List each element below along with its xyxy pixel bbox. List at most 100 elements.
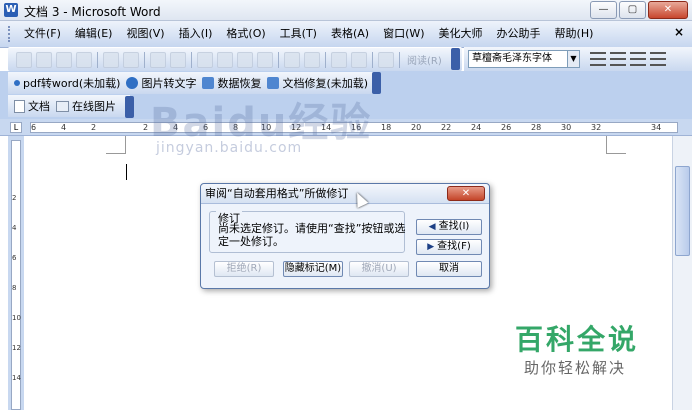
close-window-button[interactable]: ✕	[648, 1, 688, 19]
online-image-icon	[56, 100, 69, 112]
menu-table[interactable]: 表格(A)	[324, 23, 376, 45]
menu-file[interactable]: 文件(F)	[17, 23, 68, 45]
menu-office-assistant[interactable]: 办公助手	[490, 23, 548, 45]
pdf-to-word-label: pdf转word(未加载)	[23, 77, 121, 90]
online-image-label[interactable]: 在线图片	[72, 98, 116, 114]
hyperlink-icon[interactable]	[331, 51, 347, 68]
menu-tools[interactable]: 工具(T)	[273, 23, 324, 45]
read-mode-button[interactable]: 阅读(R)	[403, 52, 446, 67]
find-previous-label: 查找(I)	[438, 221, 470, 232]
formatting-toolbar: 草檀斋毛泽东字体 ▼	[464, 47, 692, 71]
save-icon[interactable]	[56, 51, 72, 68]
revision-message: 尚未选定修订。请使用“查找”按钮或选定一处修订。	[218, 222, 406, 248]
find-previous-button[interactable]: ◀ 查找(I)	[416, 219, 482, 235]
undo-icon[interactable]	[284, 51, 300, 68]
toolbar-separator	[191, 51, 192, 68]
toolbar-separator	[325, 51, 326, 68]
vruler-mark: 10	[12, 314, 21, 322]
permission-icon[interactable]	[76, 51, 92, 68]
ruler-mark: 2	[143, 123, 149, 132]
watermark-url: jingyan.baidu.com	[156, 140, 303, 156]
data-recovery-button[interactable]: 数据恢复	[202, 75, 261, 91]
cancel-button[interactable]: 取消	[416, 261, 482, 277]
table-icon[interactable]	[351, 51, 367, 68]
menu-grip-handle[interactable]	[8, 26, 11, 42]
vertical-ruler-strip[interactable]	[11, 140, 21, 410]
find-next-button[interactable]: ▶ 查找(F)	[416, 239, 482, 255]
brand-subtitle: 助你轻松解决	[524, 359, 627, 377]
menu-help[interactable]: 帮助(H)	[548, 23, 601, 45]
align-left-icon[interactable]	[590, 52, 606, 66]
ruler-mark: 22	[441, 123, 452, 132]
chevron-down-icon[interactable]: ▼	[567, 51, 579, 67]
recovery-icon	[202, 77, 215, 89]
vruler-mark: 14	[12, 374, 21, 382]
text-caret	[126, 164, 127, 180]
ruler-mark: 6	[31, 123, 37, 132]
justify-icon[interactable]	[650, 52, 666, 66]
print-icon[interactable]	[103, 51, 119, 68]
cut-icon[interactable]	[197, 51, 213, 68]
align-right-icon[interactable]	[630, 52, 646, 66]
toolbar-separator	[372, 51, 373, 68]
toolbar-options-chevron-icon[interactable]	[451, 48, 460, 70]
toolbar-separator	[399, 51, 400, 68]
help-icon[interactable]	[378, 51, 394, 68]
menu-window[interactable]: 窗口(W)	[376, 23, 431, 45]
image-to-text-button[interactable]: 图片转文字	[126, 75, 196, 91]
word-app-icon: W	[4, 3, 18, 17]
document-repair-label: 文档修复(未加载)	[282, 77, 369, 90]
menu-format[interactable]: 格式(O)	[219, 23, 272, 45]
new-document-icon[interactable]	[16, 51, 32, 68]
tab-selector[interactable]: L	[10, 122, 22, 133]
ruler-mark: 20	[411, 123, 422, 132]
undo-button[interactable]: 撤消(U)	[349, 261, 409, 277]
format-painter-icon[interactable]	[257, 51, 273, 68]
arrow-right-icon: ▶	[427, 242, 435, 252]
vertical-ruler: 2 4 6 8 10 12 14	[8, 136, 24, 410]
toolbar-separator	[278, 51, 279, 68]
scrollbar-thumb[interactable]	[675, 166, 690, 256]
close-document-icon[interactable]: ×	[674, 25, 684, 39]
find-next-label: 查找(F)	[437, 241, 471, 252]
pdf-to-word-button[interactable]: pdf转word(未加载)	[14, 75, 120, 91]
pdf-icon	[14, 80, 20, 86]
font-name-combobox[interactable]: 草檀斋毛泽东字体 ▼	[468, 50, 580, 68]
hide-marks-button[interactable]: 隐藏标记(M)	[283, 261, 343, 277]
open-folder-icon[interactable]	[36, 51, 52, 68]
spelling-icon[interactable]	[150, 51, 166, 68]
ruler-mark: 2	[91, 123, 97, 132]
ruler-mark: 18	[381, 123, 392, 132]
copy-icon[interactable]	[217, 51, 233, 68]
menu-insert[interactable]: 插入(I)	[172, 23, 220, 45]
reject-button[interactable]: 拒绝(R)	[214, 261, 274, 277]
vertical-scrollbar[interactable]	[672, 136, 692, 410]
align-center-icon[interactable]	[610, 52, 626, 66]
crop-mark-top-right	[606, 136, 626, 154]
plugin-toolbar-chevron-icon[interactable]	[372, 72, 381, 94]
web-toolbar-chevron-icon[interactable]	[125, 96, 134, 118]
ocr-icon	[126, 77, 139, 89]
window-controls: — ▢ ✕	[588, 1, 688, 19]
document-label[interactable]: 文档	[28, 98, 50, 114]
repair-icon	[267, 77, 280, 89]
minimize-button[interactable]: —	[590, 1, 617, 19]
window-title: 文档 3 - Microsoft Word	[24, 5, 161, 19]
paste-icon[interactable]	[237, 51, 253, 68]
menu-view[interactable]: 视图(V)	[119, 23, 171, 45]
data-recovery-label: 数据恢复	[217, 77, 262, 90]
toolbar-separator	[144, 51, 145, 68]
restore-button[interactable]: ▢	[619, 1, 646, 19]
print-preview-icon[interactable]	[123, 51, 139, 68]
arrow-left-icon: ◀	[428, 222, 436, 232]
menu-beautify[interactable]: 美化大师	[432, 23, 490, 45]
menu-edit[interactable]: 编辑(E)	[68, 23, 120, 45]
vruler-mark: 2	[12, 194, 17, 202]
research-icon[interactable]	[170, 51, 186, 68]
vruler-mark: 12	[12, 344, 21, 352]
document-repair-button[interactable]: 文档修复(未加载)	[267, 75, 368, 91]
ruler-mark: 28	[531, 123, 542, 132]
redo-icon[interactable]	[304, 51, 320, 68]
crop-mark-top-left	[106, 136, 126, 154]
dialog-close-button[interactable]: ✕	[447, 186, 485, 201]
